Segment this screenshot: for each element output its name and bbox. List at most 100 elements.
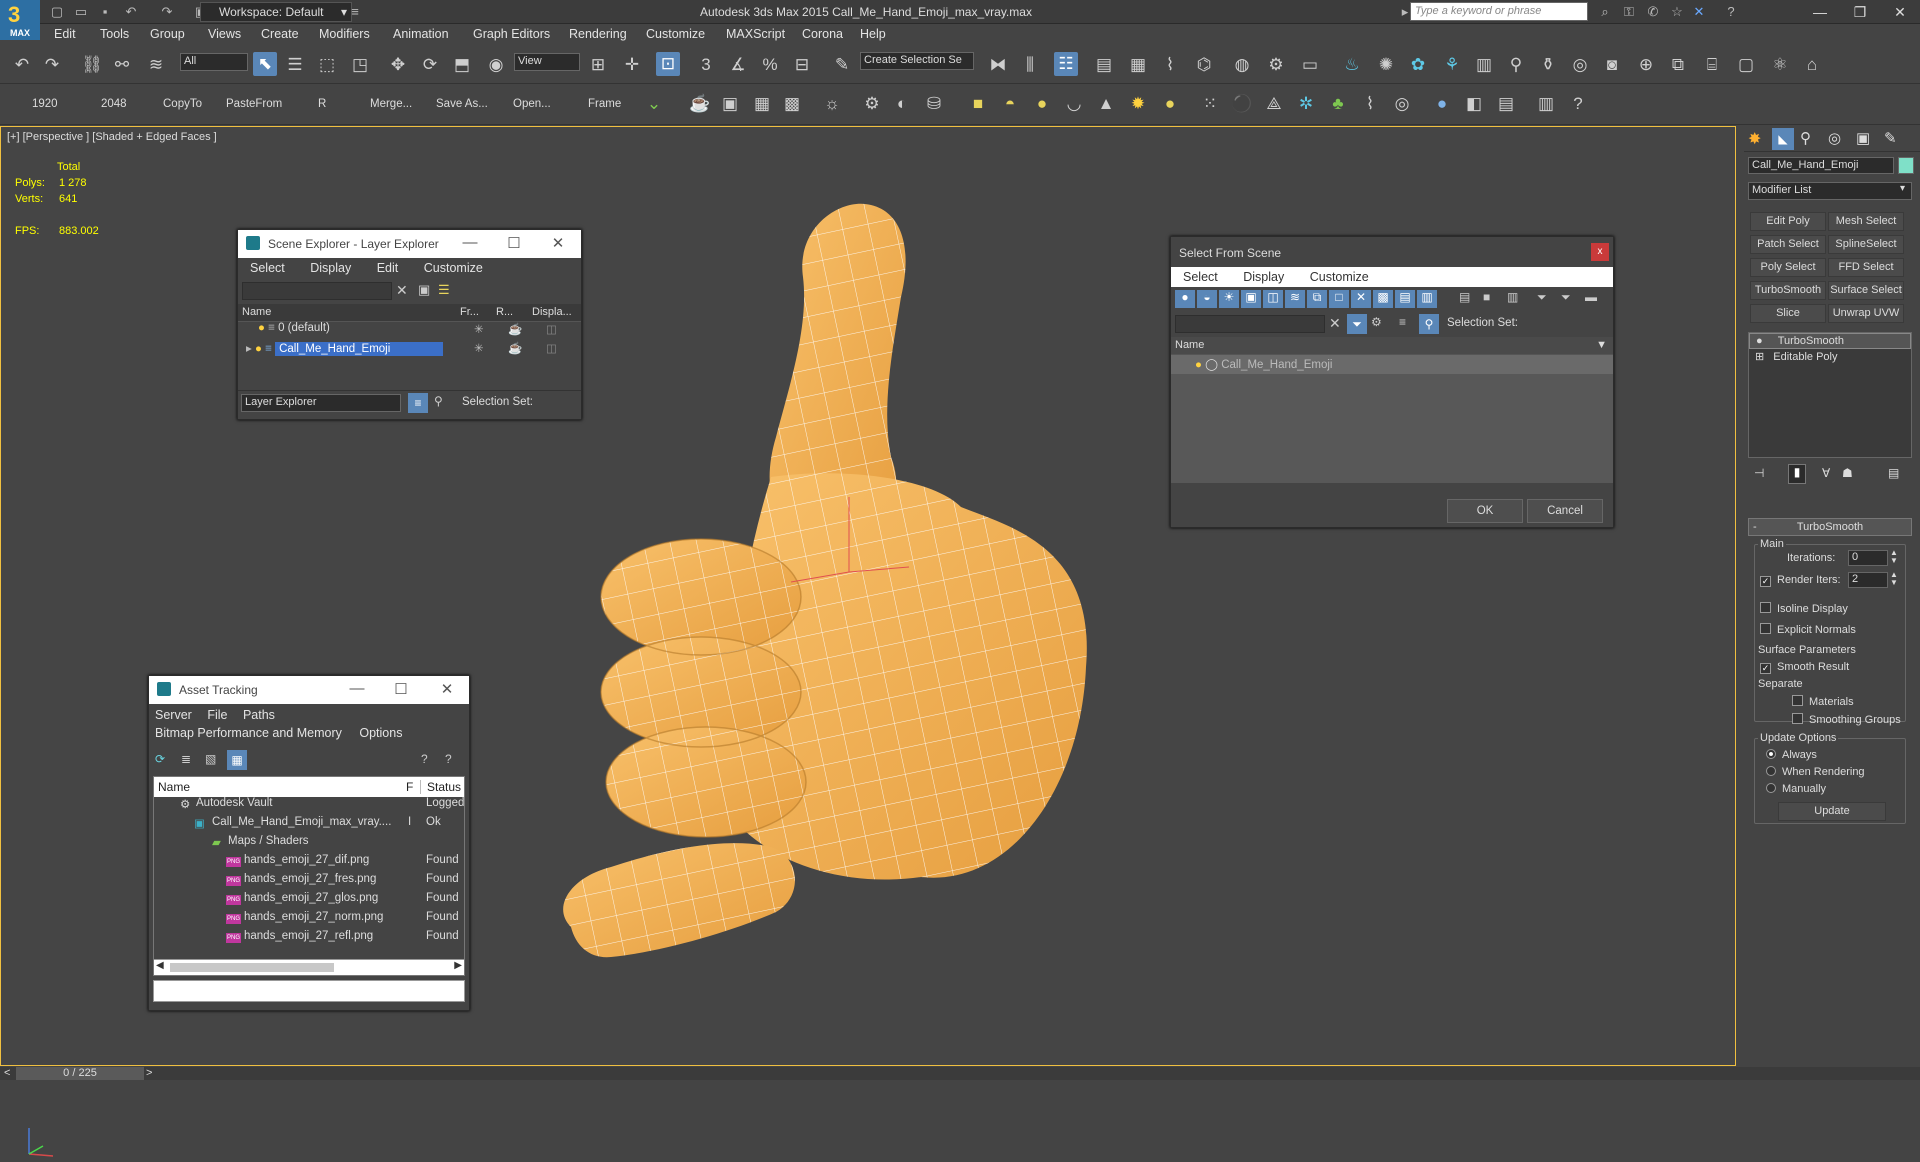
spinner-snap-icon[interactable]: ⊟ <box>790 53 814 77</box>
menu-edit[interactable]: Edit <box>54 27 76 41</box>
when-rendering-radio[interactable] <box>1766 766 1776 776</box>
pin-stack-icon[interactable]: ⊣ <box>1754 466 1764 480</box>
calculator-icon[interactable]: ▦ <box>750 92 774 116</box>
menu-select[interactable]: Select <box>1183 270 1218 284</box>
particle-icon[interactable]: ⁙ <box>1198 92 1222 116</box>
grid-icon[interactable]: ▩ <box>780 92 804 116</box>
teapot-icon[interactable]: ☕ <box>688 92 712 116</box>
always-radio[interactable] <box>1766 749 1776 759</box>
filter-icon[interactable]: ⏷ <box>1537 290 1547 305</box>
menu-customize[interactable]: Customize <box>424 261 483 275</box>
schematic-view-icon[interactable]: ⌬ <box>1192 53 1216 77</box>
render-icon[interactable]: ▣ <box>718 92 742 116</box>
select-search-input[interactable] <box>1175 315 1325 333</box>
column-name[interactable]: Name <box>158 780 190 794</box>
object-row[interactable]: ● ◯ Call_Me_Hand_Emoji <box>1171 355 1613 374</box>
smooth-result-checkbox[interactable]: ✓ <box>1760 663 1771 674</box>
lightbulb-icon[interactable]: ● <box>1756 335 1763 347</box>
vault-help-icon[interactable]: ? <box>445 752 452 766</box>
isoline-display-checkbox[interactable] <box>1760 602 1771 613</box>
create-tab-icon[interactable]: ✸ <box>1748 129 1761 149</box>
column-flag[interactable]: F <box>406 780 413 794</box>
display-xrefs-icon[interactable]: □ <box>1329 290 1349 308</box>
layers-icon[interactable]: ≡ <box>1399 315 1406 329</box>
asset-row[interactable]: PNG hands_emoji_27_dif.png Found <box>154 854 464 873</box>
object-color-swatch[interactable] <box>1898 157 1914 174</box>
menu-paths[interactable]: Paths <box>243 708 275 722</box>
menu-file[interactable]: File <box>207 708 227 722</box>
link-icon[interactable]: ⛓ <box>80 53 104 77</box>
menu-customize[interactable]: Customize <box>1310 270 1369 284</box>
freeze-icon[interactable]: ✳ <box>474 322 484 336</box>
box-primitive-icon[interactable]: ■ <box>966 92 990 116</box>
place-icon[interactable]: ◉ <box>484 53 508 77</box>
corona-light-icon[interactable]: ▢ <box>1734 53 1758 77</box>
mesh-select-button[interactable]: Mesh Select <box>1828 212 1904 231</box>
collapse-icon[interactable]: ▬ <box>1585 290 1597 304</box>
clear-search-icon[interactable]: ✕ <box>1329 315 1341 332</box>
key-icon[interactable]: ⚿ <box>1620 3 1638 21</box>
reference-coordinate-dropdown[interactable]: View <box>514 53 580 71</box>
iterations-spinner[interactable]: 0 <box>1848 550 1888 566</box>
corona-interactive-icon[interactable]: ⊕ <box>1634 53 1658 77</box>
menu-display[interactable]: Display <box>1243 270 1284 284</box>
layer-manager-icon[interactable]: ▤ <box>1092 53 1116 77</box>
smoothing-groups-checkbox[interactable] <box>1792 713 1803 724</box>
column-display[interactable]: Displa... <box>532 306 572 318</box>
select-children-icon[interactable]: ⏷ <box>1347 314 1367 334</box>
vray-fur-icon[interactable]: ⚘ <box>1440 53 1464 77</box>
scale-icon[interactable]: ⬒ <box>450 53 474 77</box>
graphite-ribbon-icon[interactable]: ▦ <box>1126 53 1150 77</box>
manually-radio[interactable] <box>1766 783 1776 793</box>
vray-proxy-icon[interactable]: ✿ <box>1406 53 1430 77</box>
refresh-icon[interactable]: ⟳ <box>155 752 165 766</box>
menu-rendering[interactable]: Rendering <box>569 27 627 41</box>
asset-path-field[interactable] <box>153 980 465 1002</box>
stack-item-editable-poly[interactable]: ⊞ Editable Poly <box>1749 349 1911 365</box>
window-crossing-icon[interactable]: ◳ <box>348 53 372 77</box>
stack-item-turbosmooth[interactable]: ● TurboSmooth <box>1749 333 1911 349</box>
curve-editor-icon[interactable]: ⌇ <box>1158 53 1182 77</box>
make-unique-icon[interactable]: ∀ <box>1822 466 1830 480</box>
render-teapot-icon[interactable]: ☕ <box>508 322 522 336</box>
layers-mode-icon[interactable]: ≡ <box>408 393 428 413</box>
material-slot-icon[interactable]: ◧ <box>1462 92 1486 116</box>
display-cameras-icon[interactable]: ▣ <box>1241 290 1261 308</box>
scatter-tool-icon[interactable]: ⚙ <box>860 92 884 116</box>
pivot-center-icon[interactable]: ⊞ <box>586 53 610 77</box>
undo-icon[interactable]: ↶ <box>122 3 140 21</box>
display-containers-icon[interactable]: ▩ <box>1373 290 1393 308</box>
display-bones-icon[interactable]: ✕ <box>1351 290 1371 308</box>
angle-snap-icon[interactable]: ∡ <box>726 53 750 77</box>
corona-camera-icon[interactable]: ⌂ <box>1800 53 1824 77</box>
menu-views[interactable]: Views <box>208 27 241 41</box>
menu-animation[interactable]: Animation <box>393 27 449 41</box>
display-lights-icon[interactable]: ☀ <box>1219 290 1239 308</box>
modifier-list-dropdown[interactable]: Modifier List <box>1748 182 1912 200</box>
layer-row-selected[interactable]: ▸ ● ≡ Call_Me_Hand_Emoji ✳ ☕ ◫ <box>238 341 581 360</box>
minimize-icon[interactable]: — <box>460 234 480 251</box>
menu-modifiers[interactable]: Modifiers <box>319 27 370 41</box>
workspace-dropdown[interactable]: Workspace: Default <box>200 2 352 22</box>
open-file-icon[interactable]: ▭ <box>72 3 90 21</box>
undo-icon[interactable]: ↶ <box>10 53 34 77</box>
freeze-icon[interactable]: ✳ <box>474 341 484 355</box>
clear-search-icon[interactable]: ✕ <box>396 282 408 299</box>
mesh-icon[interactable]: ⟁ <box>1262 92 1286 116</box>
app-logo[interactable]: 3 MAX <box>0 0 40 40</box>
snaps-toggle-icon[interactable]: 3 <box>694 53 718 77</box>
ok-button[interactable]: OK <box>1447 499 1523 523</box>
display-tab-icon[interactable]: ▣ <box>1856 129 1870 147</box>
thumbnail-view-icon[interactable]: ▧ <box>205 752 216 766</box>
render-iters-checkbox[interactable]: ✓ <box>1760 576 1771 587</box>
display-helpers-icon[interactable]: ◫ <box>1263 290 1283 308</box>
render-iters-spinner[interactable]: 2 <box>1848 572 1888 588</box>
menu-corona[interactable]: Corona <box>802 27 843 41</box>
remove-modifier-icon[interactable]: ☗ <box>1842 466 1853 480</box>
ffd-select-button[interactable]: FFD Select <box>1828 258 1904 277</box>
corona-vfb-icon[interactable]: ◙ <box>1600 53 1624 77</box>
thumbs-up-hand-model[interactable] <box>541 187 1101 1017</box>
explorer-type-dropdown[interactable]: Layer Explorer <box>241 394 401 412</box>
display-geometry-icon[interactable]: ● <box>1175 290 1195 308</box>
filter-settings-icon[interactable]: ⏷ <box>1561 290 1571 305</box>
